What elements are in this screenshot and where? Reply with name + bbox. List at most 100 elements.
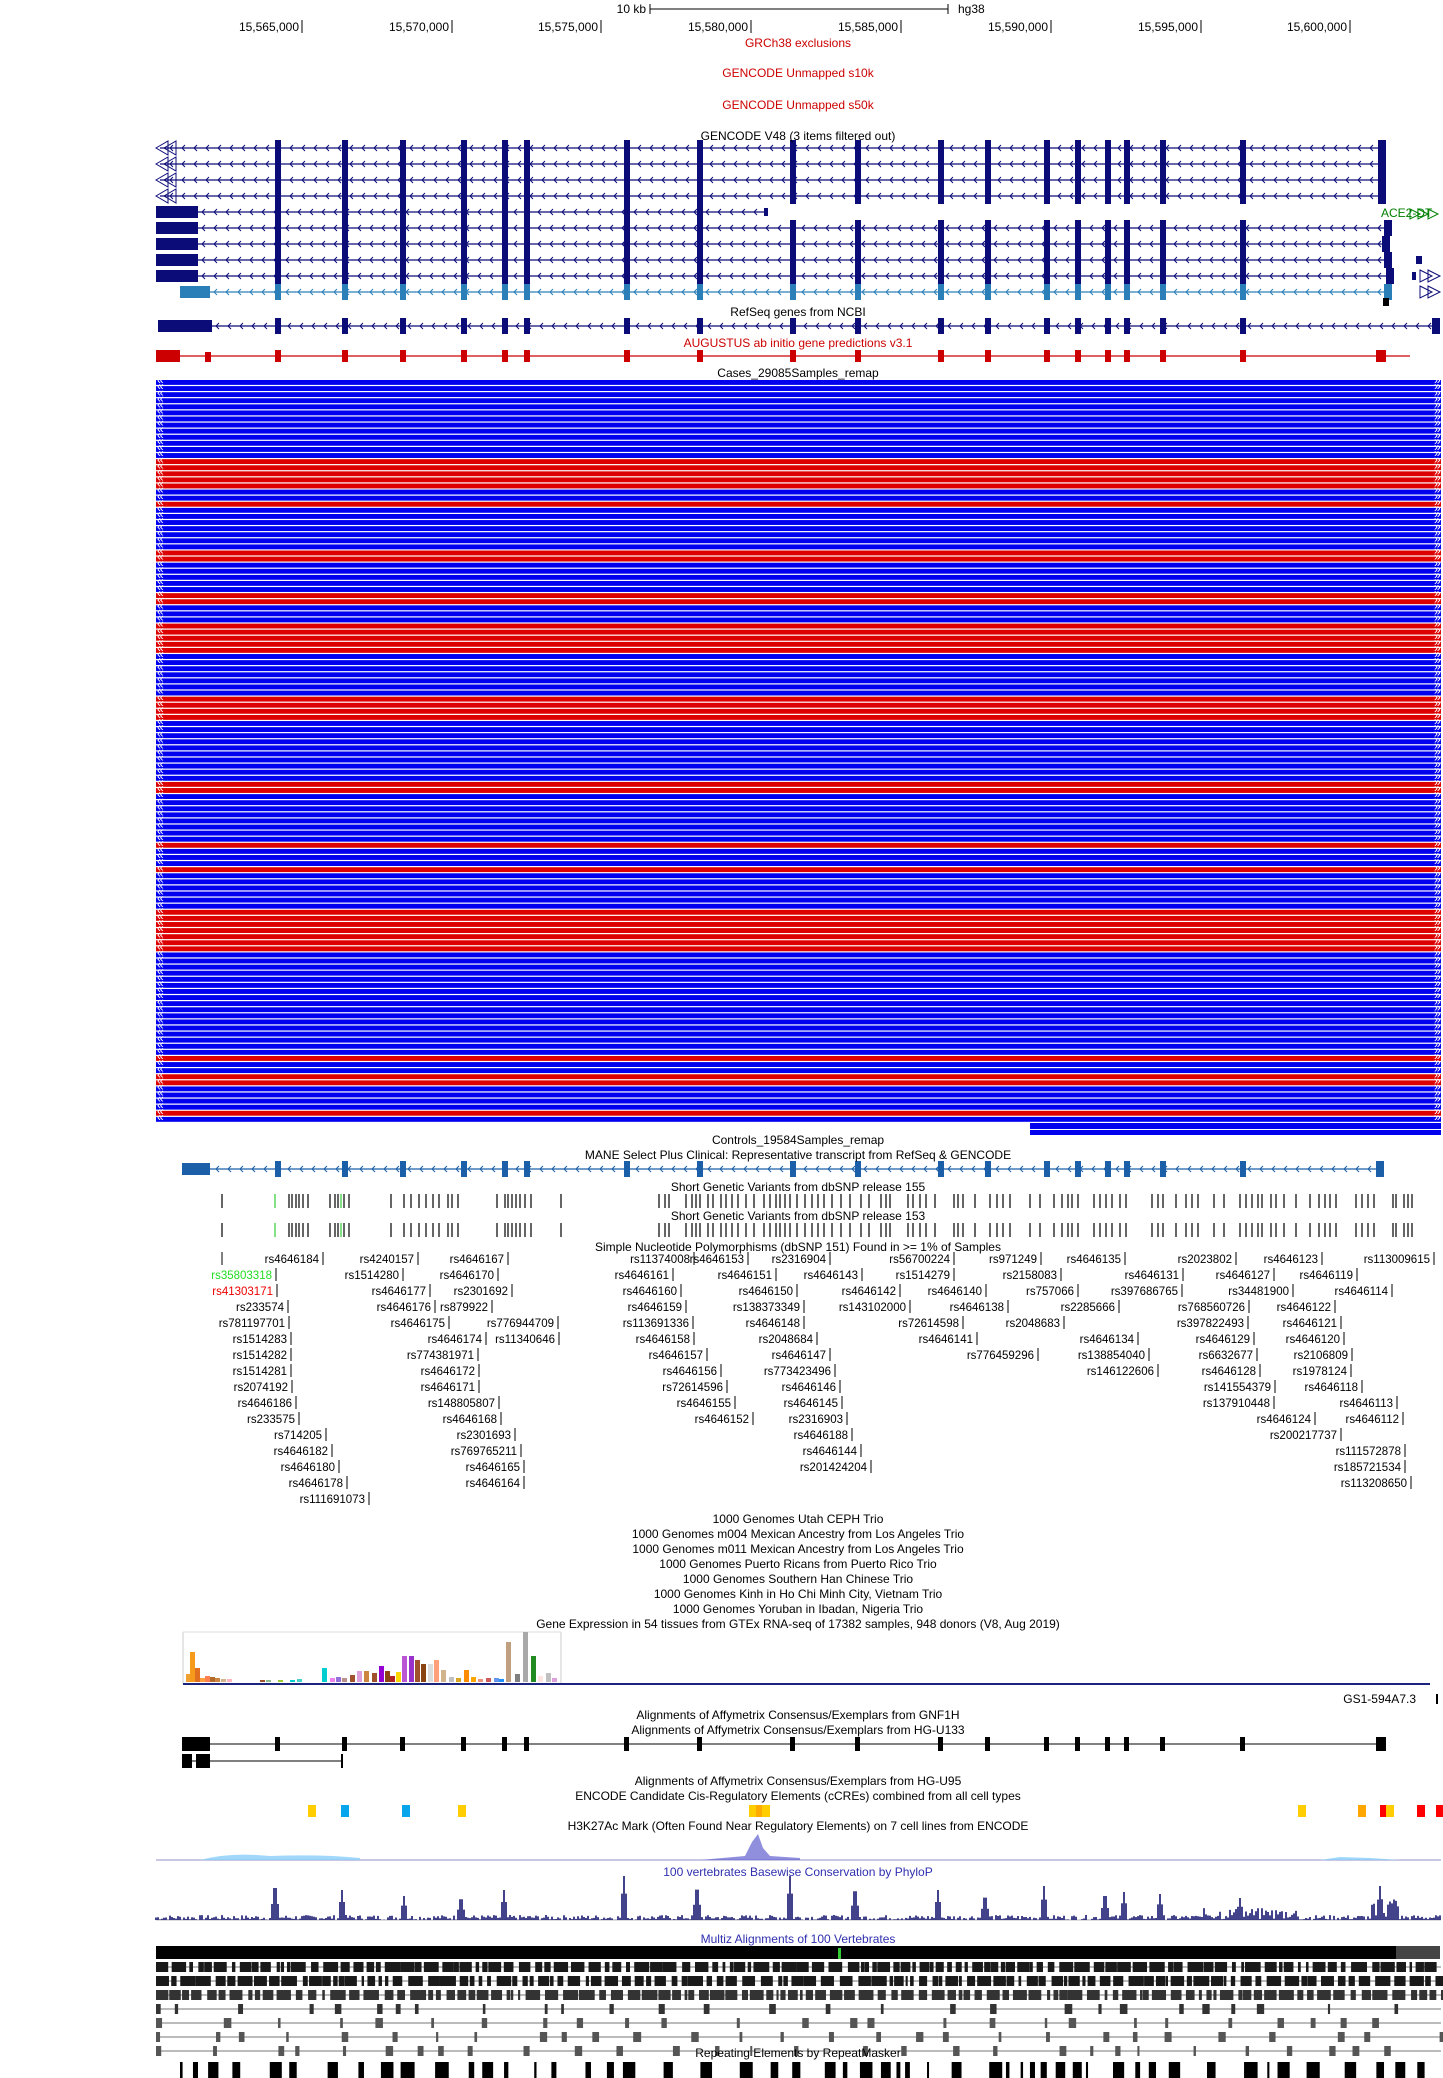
exon[interactable]: [1075, 252, 1081, 268]
exon[interactable]: [1378, 188, 1386, 204]
multiz-block[interactable]: [625, 2018, 630, 2028]
multiz-block[interactable]: [553, 1962, 569, 1972]
multiz-block[interactable]: [276, 1990, 291, 2000]
exon[interactable]: [1124, 318, 1130, 334]
variant-row[interactable]: [156, 666, 1441, 672]
gtex-tissue-bar[interactable]: [486, 1678, 491, 1682]
multiz-block[interactable]: [682, 1962, 691, 1972]
multiz-block[interactable]: [783, 1976, 788, 1986]
exon[interactable]: [624, 268, 630, 284]
refseq-track-label[interactable]: RefSeq genes from NCBI: [730, 305, 865, 319]
snp-label[interactable]: rs146122606: [1087, 1366, 1154, 1378]
exon[interactable]: [502, 188, 508, 204]
alignment-block[interactable]: [1044, 1737, 1049, 1751]
multiz-block[interactable]: [227, 1976, 236, 1986]
exon[interactable]: [1044, 318, 1050, 334]
multiz-block[interactable]: [1155, 1976, 1166, 1986]
multiz-block[interactable]: [428, 1990, 434, 2000]
multiz-block[interactable]: [1277, 2018, 1284, 2028]
multiz-block[interactable]: [539, 2032, 548, 2042]
multiz-block[interactable]: [1036, 1962, 1043, 1972]
alignment-block[interactable]: [1240, 1737, 1245, 1751]
multiz-block[interactable]: [1018, 1976, 1022, 1986]
exon[interactable]: [624, 1161, 630, 1177]
repeat-element[interactable]: [1055, 2062, 1066, 2078]
variant-row[interactable]: [156, 848, 1441, 854]
multiz-block[interactable]: [1435, 1976, 1443, 1986]
snp-label[interactable]: rs1978124: [1293, 1366, 1348, 1378]
variant-row[interactable]: [156, 836, 1441, 842]
multiz-block[interactable]: [156, 2032, 161, 2042]
exon[interactable]: [1378, 140, 1386, 156]
multiz-block[interactable]: [392, 1976, 403, 1986]
multiz-block[interactable]: [646, 1976, 652, 1986]
multiz-block[interactable]: [156, 1976, 169, 1986]
multiz-block[interactable]: [1223, 1976, 1227, 1986]
gtex-tissue-bar[interactable]: [499, 1679, 504, 1682]
multiz-block[interactable]: [1082, 1976, 1086, 1986]
multiz-block[interactable]: [544, 1962, 551, 1972]
multiz-block[interactable]: [237, 1976, 253, 1986]
exon[interactable]: [697, 172, 703, 188]
variant-row[interactable]: [156, 806, 1441, 812]
multiz-block[interactable]: [1238, 1990, 1243, 2000]
exon[interactable]: [275, 236, 281, 252]
snp-label[interactable]: rs4646113: [1340, 1398, 1394, 1410]
phylop-signal[interactable]: [155, 1876, 1441, 1921]
multiz-block[interactable]: [482, 1962, 488, 1972]
exon[interactable]: [400, 284, 406, 300]
variant-row[interactable]: [156, 1043, 1441, 1049]
exon[interactable]: [1160, 220, 1166, 236]
repeat-element[interactable]: [269, 2062, 282, 2078]
multiz-block[interactable]: [1327, 1962, 1337, 1972]
snp-label[interactable]: rs4646167: [450, 1254, 504, 1266]
variant-row[interactable]: [156, 489, 1441, 495]
multiz-block[interactable]: [825, 2004, 831, 2014]
exon[interactable]: [624, 204, 630, 220]
multiz-block[interactable]: [557, 1976, 564, 1986]
exon[interactable]: [790, 220, 796, 236]
multiz-block[interactable]: [1186, 1976, 1192, 1986]
variant-row[interactable]: [156, 1019, 1441, 1025]
multiz-block[interactable]: [938, 1976, 943, 1986]
alignment-block[interactable]: [985, 1737, 990, 1751]
multiz-block[interactable]: [518, 1962, 531, 1972]
multiz-block[interactable]: [919, 1962, 930, 1972]
exon[interactable]: [461, 220, 467, 236]
variant-row[interactable]: [156, 520, 1441, 525]
multiz-block[interactable]: [1348, 1976, 1355, 1986]
gtex-tissue-bar[interactable]: [415, 1660, 420, 1682]
exon[interactable]: [1044, 172, 1050, 188]
snp-label[interactable]: rs4646144: [803, 1446, 858, 1458]
exon[interactable]: [1075, 140, 1081, 156]
multiz-block[interactable]: [198, 1962, 204, 1972]
multiz-block[interactable]: [262, 1990, 274, 2000]
multiz-block[interactable]: [1179, 2004, 1184, 2014]
multiz-block[interactable]: [1026, 1976, 1038, 1986]
multiz-block[interactable]: [1301, 1976, 1308, 1986]
multiz-block[interactable]: [269, 1976, 280, 1986]
multiz-block[interactable]: [295, 2046, 300, 2056]
multiz-block[interactable]: [1064, 2004, 1073, 2014]
multiz-block[interactable]: [847, 1962, 860, 1972]
multiz-block[interactable]: [400, 1962, 415, 1972]
multiz-block[interactable]: [1256, 2004, 1265, 2014]
multiz-block[interactable]: [191, 1990, 202, 2000]
multiz-block[interactable]: [1425, 1976, 1431, 1986]
snp-label[interactable]: rs200217737: [1270, 1430, 1337, 1442]
snp-label[interactable]: rs72614596: [662, 1382, 723, 1394]
exon[interactable]: [275, 1161, 281, 1177]
multiz-block[interactable]: [476, 1990, 489, 2000]
snp-label[interactable]: rs233575: [247, 1414, 295, 1426]
exon[interactable]: [624, 236, 630, 252]
transcript[interactable]: [182, 1161, 1384, 1177]
multiz-block[interactable]: [894, 1976, 904, 1986]
multiz-block[interactable]: [590, 1976, 602, 1986]
transcript[interactable]: [160, 188, 1386, 204]
multiz-block[interactable]: [1337, 1976, 1346, 1986]
h3k27ac-signal[interactable]: [156, 1834, 1441, 1861]
multiz-block[interactable]: [776, 1990, 779, 2000]
snp-label[interactable]: rs4646152: [695, 1414, 749, 1426]
snp-label[interactable]: rs4646153: [690, 1254, 744, 1266]
multiz-block[interactable]: [901, 1990, 914, 2000]
